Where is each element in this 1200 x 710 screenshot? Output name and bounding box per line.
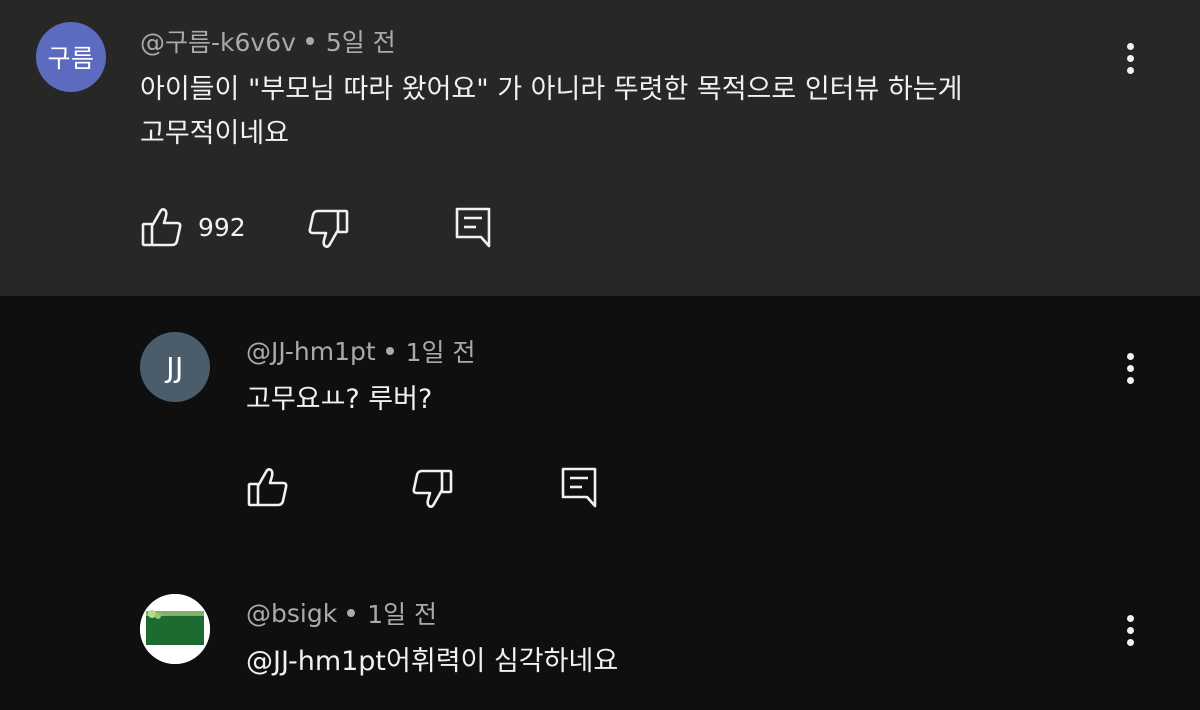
comment-text: 아이들이 "부모님 따라 왔어요" 가 아니라 뚜렷한 목적으로 인터뷰 하는게… xyxy=(140,74,963,149)
separator-dot xyxy=(305,37,314,45)
reply-icon xyxy=(561,467,597,508)
author-handle[interactable]: @JJ-hm1pt xyxy=(246,337,376,366)
comment-thread: 구름 @구름-k6v6v 5일 전 아이들이 "부모님 따라 왔어요" 가 아니… xyxy=(0,0,1200,710)
like-count: 992 xyxy=(198,212,246,242)
like-button[interactable]: 992 xyxy=(140,206,246,248)
reply-icon xyxy=(455,207,491,248)
comment-meta: @bsigk 1일 전 xyxy=(246,596,437,630)
thumbs-up-icon xyxy=(247,468,288,507)
comment-text: @JJ-hm1pt어휘력이 심각하네요 xyxy=(246,646,619,677)
timestamp[interactable]: 5일 전 xyxy=(326,23,396,59)
more-vert-icon[interactable] xyxy=(1110,608,1150,652)
thumbs-up-icon xyxy=(141,208,182,247)
comment-meta: @JJ-hm1pt 1일 전 xyxy=(246,334,476,368)
more-vert-icon[interactable] xyxy=(1110,36,1150,80)
separator-dot xyxy=(347,609,356,617)
avatar[interactable]: 구름 xyxy=(36,22,106,92)
avatar[interactable] xyxy=(140,594,210,664)
more-vert-icon[interactable] xyxy=(1110,346,1150,390)
thumbs-down-icon xyxy=(308,209,349,248)
author-handle[interactable]: @구름-k6v6v xyxy=(140,23,296,59)
avatar-initials: 구름 xyxy=(47,44,95,73)
avatar-image xyxy=(140,594,210,664)
author-handle[interactable]: @bsigk xyxy=(246,599,337,628)
comment-text: 고무요ㅛ? 루버? xyxy=(246,384,433,415)
reply-button[interactable] xyxy=(560,466,600,510)
avatar-initials: JJ xyxy=(166,350,184,384)
like-button[interactable] xyxy=(246,466,290,508)
dislike-button[interactable] xyxy=(410,468,454,510)
dislike-button[interactable] xyxy=(306,208,350,250)
timestamp[interactable]: 1일 전 xyxy=(367,595,437,631)
avatar[interactable]: JJ xyxy=(140,332,210,402)
timestamp[interactable]: 1일 전 xyxy=(406,333,476,369)
reply-comment: @bsigk 1일 전 @JJ-hm1pt어휘력이 심각하네요 xyxy=(0,556,1200,710)
reply-button[interactable] xyxy=(454,206,494,250)
thumbs-down-icon xyxy=(412,469,453,508)
comment: 구름 @구름-k6v6v 5일 전 아이들이 "부모님 따라 왔어요" 가 아니… xyxy=(0,0,1200,296)
comment-meta: @구름-k6v6v 5일 전 xyxy=(140,24,396,58)
separator-dot xyxy=(385,347,394,355)
reply-comment: JJ @JJ-hm1pt 1일 전 고무요ㅛ? 루버? xyxy=(0,296,1200,556)
